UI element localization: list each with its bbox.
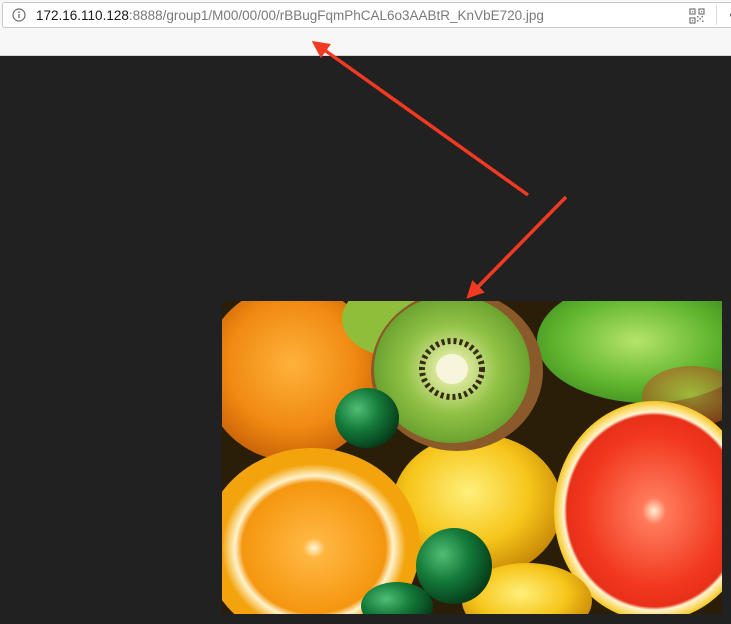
qr-code-icon[interactable] bbox=[689, 8, 705, 24]
info-icon[interactable] bbox=[12, 8, 26, 22]
toolbar-divider bbox=[716, 5, 717, 25]
fruit-photo-art bbox=[222, 301, 722, 614]
address-bar[interactable]: 172.16.110.128:8888/group1/M00/00/00/rBB… bbox=[2, 2, 731, 28]
url-path: :8888/group1/M00/00/00/rBBugFqmPhCAL6o3A… bbox=[128, 8, 544, 23]
url-host: 172.16.110.128 bbox=[36, 8, 129, 23]
url-text[interactable]: 172.16.110.128:8888/group1/M00/00/00/rBB… bbox=[36, 7, 544, 24]
fruit-photo bbox=[222, 301, 722, 614]
browser-toolbar: 172.16.110.128:8888/group1/M00/00/00/rBB… bbox=[0, 0, 731, 56]
